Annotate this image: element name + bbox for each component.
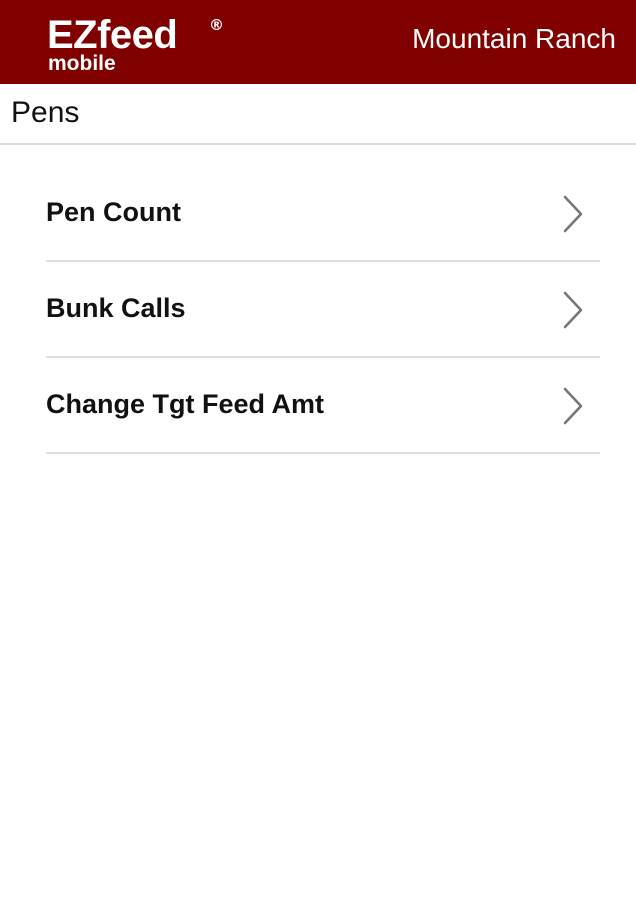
pens-menu: Pen Count Bunk Calls Change Tgt Feed Amt <box>46 166 600 454</box>
menu-item-bunk-calls[interactable]: Bunk Calls <box>46 262 600 358</box>
chevron-right-icon <box>560 386 586 426</box>
chevron-right-icon <box>560 194 586 234</box>
chevron-right-icon <box>560 290 586 330</box>
app-screen: EZfeed ® mobile Mountain Ranch Pens Pen … <box>0 0 636 900</box>
menu-item-label: Pen Count <box>46 197 181 227</box>
page-header <box>0 84 636 145</box>
menu-item-pen-count[interactable]: Pen Count <box>46 166 600 262</box>
menu-item-change-tgt-feed-amt[interactable]: Change Tgt Feed Amt <box>46 358 600 454</box>
ranch-name: Mountain Ranch <box>412 23 616 54</box>
menu-item-label: Bunk Calls <box>46 293 186 323</box>
ezfeed-logo: EZfeed ® mobile <box>47 12 237 78</box>
menu-item-label: Change Tgt Feed Amt <box>46 389 325 419</box>
logo-sub-text: mobile <box>48 52 116 75</box>
registered-mark: ® <box>209 16 224 34</box>
page-title: Pens <box>11 96 80 129</box>
top-bar: EZfeed ® mobile Mountain Ranch <box>0 0 636 84</box>
